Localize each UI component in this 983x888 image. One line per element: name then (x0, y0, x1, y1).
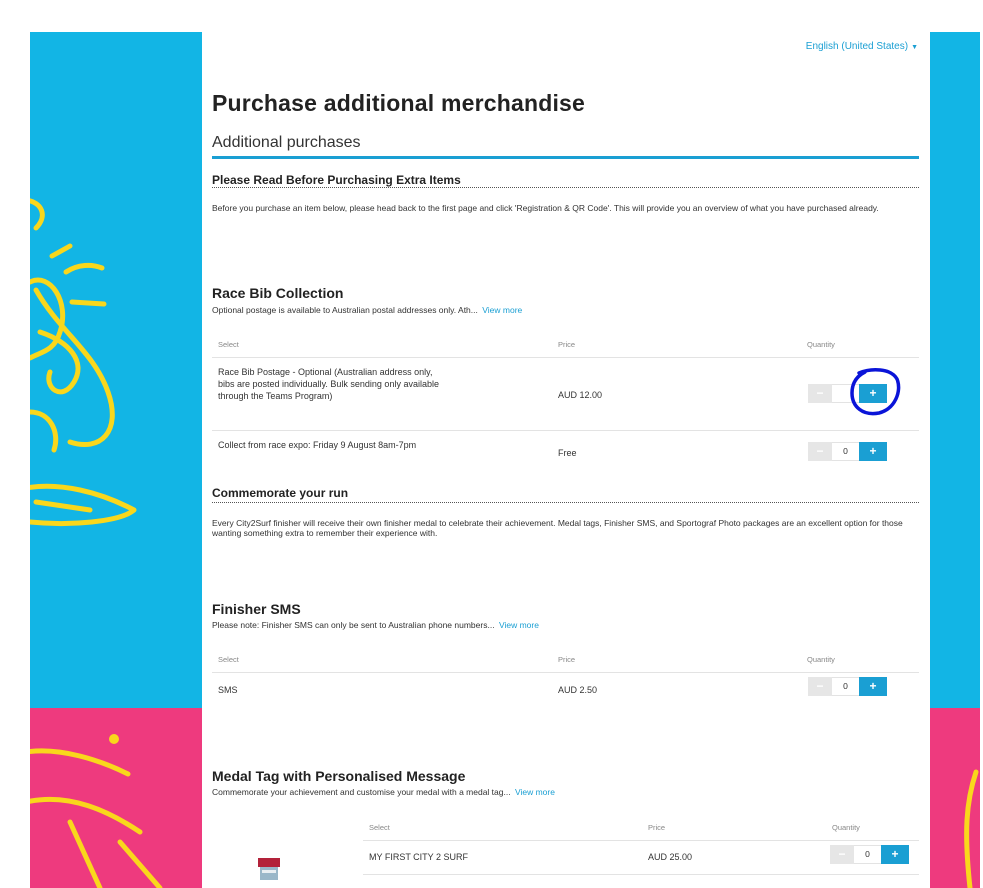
product-title-finisher-sms: Finisher SMS (212, 601, 301, 617)
tab-title: Additional purchases (212, 134, 361, 151)
product-title-race-bib: Race Bib Collection (212, 285, 344, 301)
column-header-price: Price (558, 340, 576, 349)
table-row-price: Free (558, 448, 577, 458)
increment-button[interactable]: + (881, 845, 909, 864)
right-background-artwork (930, 32, 980, 888)
view-more-link[interactable]: View more (499, 620, 539, 630)
decrement-button[interactable]: − (808, 442, 832, 461)
view-more-link[interactable]: View more (482, 305, 522, 315)
table-row-price: AUD 2.50 (558, 685, 598, 695)
quantity-input[interactable]: 0 (832, 677, 859, 696)
wave-doodle-illustration (964, 769, 979, 888)
table-row-label: MY FIRST CITY 2 SURF (369, 852, 469, 862)
view-more-link[interactable]: View more (515, 787, 555, 797)
beach-doodle-illustration (30, 198, 163, 888)
increment-button[interactable]: + (859, 442, 887, 461)
column-header-select: Select (218, 340, 239, 349)
decrement-button[interactable]: − (808, 384, 832, 403)
increment-button[interactable]: + (859, 677, 887, 696)
tab-underline (212, 156, 919, 159)
column-header-price: Price (558, 655, 576, 664)
quantity-input[interactable]: 0 (854, 845, 881, 864)
quantity-input[interactable]: 0 (832, 442, 859, 461)
column-header-select: Select (369, 823, 390, 832)
read-before-text: Before you purchase an item below, pleas… (212, 203, 879, 213)
product-description-medal-tag: Commemorate your achievement and customi… (212, 787, 555, 797)
column-header-select: Select (218, 655, 239, 664)
browser-page: English (United States) ▼ Purchase additi… (0, 0, 983, 888)
caret-down-icon: ▼ (911, 44, 918, 51)
column-header-quantity: Quantity (832, 823, 860, 832)
quantity-stepper: − 0 + (808, 677, 887, 696)
language-label: English (United States) (805, 41, 909, 52)
section-heading-read-before: Please Read Before Purchasing Extra Item… (212, 173, 461, 187)
table-row-label: Race Bib Postage - Optional (Australian … (218, 367, 439, 401)
table-row-label: Collect from race expo: Friday 9 August … (218, 440, 417, 450)
page-title: Purchase additional merchandise (212, 90, 586, 116)
table-row-price: AUD 25.00 (648, 852, 693, 862)
annotation-circle-highlight (850, 368, 901, 416)
table-row-label: SMS (218, 685, 238, 695)
commemorate-text: Every City2Surf finisher will receive th… (212, 518, 903, 538)
decrement-button[interactable]: − (808, 677, 832, 696)
section-divider (212, 502, 919, 503)
table-row-price: AUD 12.00 (558, 390, 603, 400)
section-heading-commemorate: Commemorate your run (212, 486, 349, 500)
purchase-form-panel: English (United States) ▼ Purchase additi… (202, 32, 930, 888)
column-header-price: Price (648, 823, 666, 832)
column-header-quantity: Quantity (807, 340, 835, 349)
product-title-medal-tag: Medal Tag with Personalised Message (212, 768, 466, 784)
column-header-quantity: Quantity (807, 655, 835, 664)
medal-tag-image (258, 858, 280, 880)
product-description-race-bib: Optional postage is available to Austral… (212, 305, 523, 315)
product-description-finisher-sms: Please note: Finisher SMS can only be se… (212, 620, 539, 630)
quantity-stepper: − 0 + (830, 845, 909, 864)
decrement-button[interactable]: − (830, 845, 854, 864)
quantity-stepper: − 0 + (808, 442, 887, 461)
section-divider (212, 187, 919, 188)
left-background-artwork (30, 32, 202, 888)
language-selector[interactable]: English (United States) ▼ (806, 41, 918, 52)
